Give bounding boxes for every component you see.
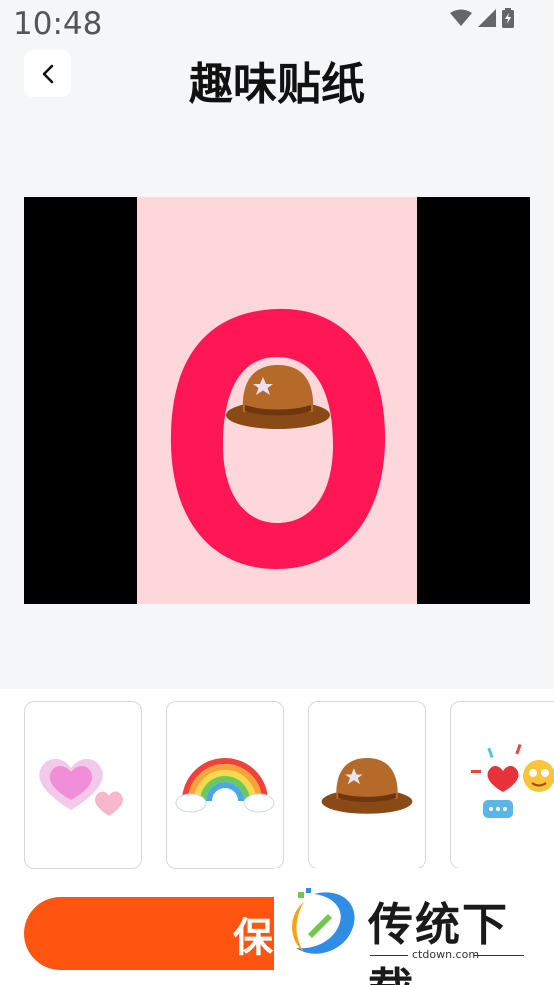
watermark-logo-icon [292, 888, 355, 954]
watermark-divider-right [474, 955, 524, 956]
sticker-item-cowboy-hat[interactable] [308, 701, 426, 869]
status-icons [450, 8, 514, 28]
status-time: 10:48 [13, 6, 103, 42]
sticker-item-hearts[interactable] [24, 701, 142, 869]
signal-icon [478, 9, 496, 27]
cowboy-hat-sticker[interactable] [223, 357, 333, 435]
hearts-sticker-icon [39, 759, 123, 816]
watermark: 传统下载 ctdown.com [274, 868, 554, 985]
editor-canvas[interactable] [24, 197, 530, 604]
cowboy-hat-icon [321, 757, 413, 814]
wifi-icon [450, 9, 472, 26]
battery-icon [502, 8, 514, 28]
watermark-divider-left [370, 955, 408, 956]
watermark-url: ctdown.com [412, 948, 480, 961]
rainbow-sticker-icon [175, 758, 275, 813]
status-bar: 10:48 [0, 0, 554, 48]
watermark-text: 传统下载 [368, 898, 510, 985]
sticker-list[interactable] [0, 701, 554, 871]
page-title: 趣味贴纸 [189, 59, 365, 110]
sticker-item-rainbow[interactable] [166, 701, 284, 869]
heart-emoji-chat-icon [471, 743, 554, 818]
sticker-item-heart-emoji[interactable] [450, 701, 554, 869]
photo-image [137, 197, 417, 604]
